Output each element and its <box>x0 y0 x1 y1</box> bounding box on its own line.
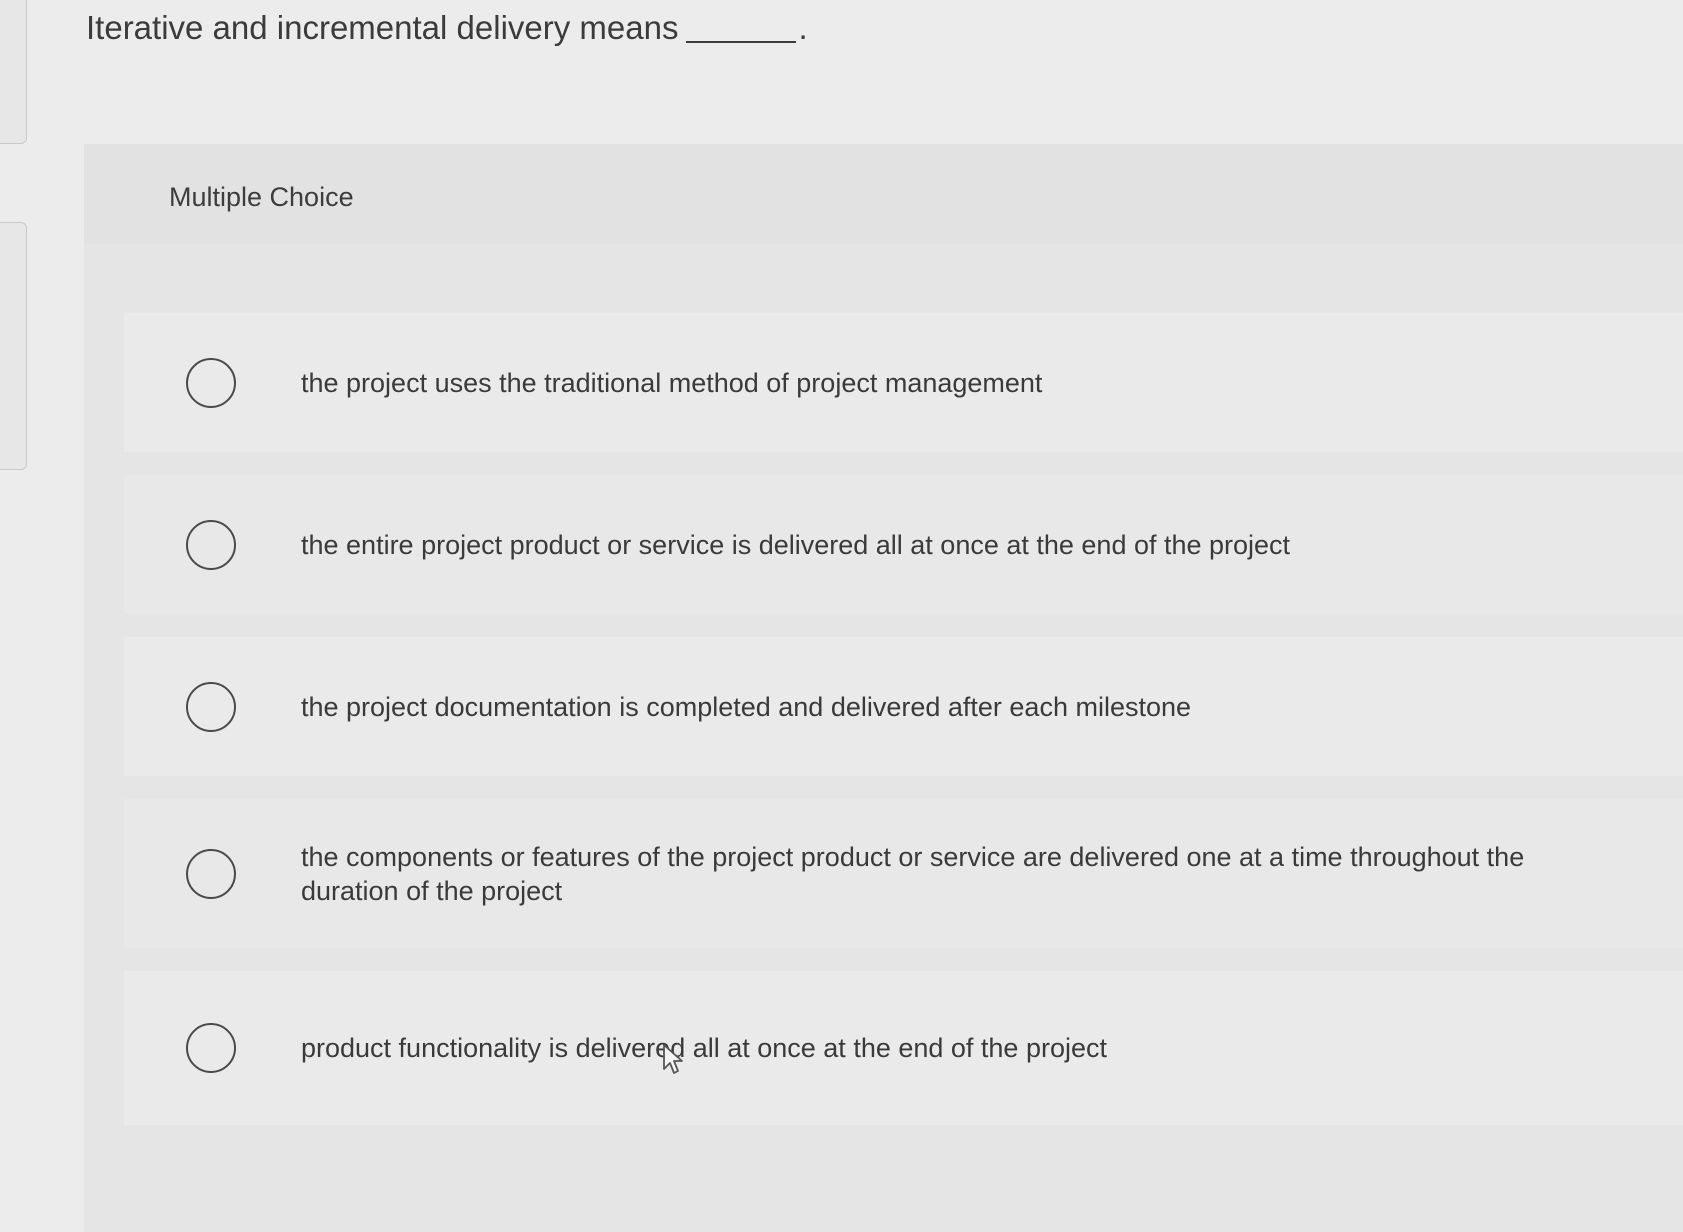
choice-list: the project uses the traditional method … <box>124 312 1683 1147</box>
choice-option-4[interactable]: the components or features of the projec… <box>124 798 1683 948</box>
question-text: Iterative and incremental delivery means <box>86 9 679 46</box>
choice-label: the entire project product or service is… <box>301 529 1291 560</box>
left-panel-edge-top <box>0 0 27 144</box>
choice-label: the components or features of the projec… <box>301 841 1525 906</box>
choice-option-2[interactable]: the entire project product or service is… <box>124 474 1683 614</box>
mouse-pointer-icon <box>663 1044 683 1074</box>
choice-option-3[interactable]: the project documentation is completed a… <box>124 636 1683 776</box>
question-prompt: Iterative and incremental delivery means… <box>86 6 808 50</box>
radio-unchecked-icon[interactable] <box>186 848 236 899</box>
multiple-choice-header: Multiple Choice <box>84 144 1683 244</box>
choice-option-5[interactable]: product functionality is delivered all a… <box>124 970 1683 1125</box>
radio-unchecked-icon[interactable] <box>186 1023 236 1073</box>
radio-unchecked-icon[interactable] <box>186 519 236 570</box>
question-period: . <box>798 9 808 46</box>
choice-label: product functionality is delivered all a… <box>301 1033 1107 1063</box>
choice-option-1[interactable]: the project uses the traditional method … <box>124 312 1683 452</box>
multiple-choice-label: Multiple Choice <box>169 182 354 212</box>
radio-unchecked-icon[interactable] <box>186 681 236 732</box>
multiple-choice-panel: Multiple Choice the project uses the tra… <box>84 144 1683 1232</box>
answer-blank <box>686 31 797 43</box>
radio-unchecked-icon[interactable] <box>186 357 236 408</box>
choice-label: the project documentation is completed a… <box>301 691 1192 722</box>
choice-label: the project uses the traditional method … <box>301 367 1043 398</box>
left-panel-edge-middle <box>0 222 27 470</box>
